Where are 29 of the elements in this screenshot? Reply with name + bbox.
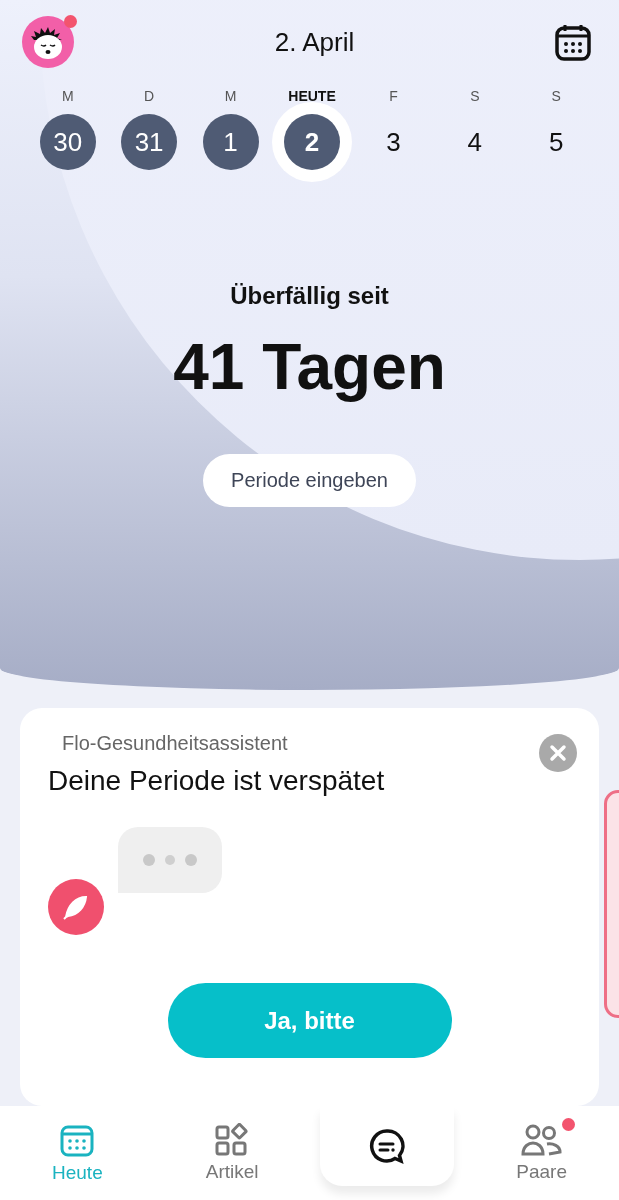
- overdue-caption: Überfällig seit: [230, 282, 389, 310]
- weekday-label: HEUTE: [288, 88, 336, 106]
- calendar-icon[interactable]: [555, 23, 591, 61]
- hedgehog-avatar-icon[interactable]: [22, 16, 74, 68]
- weekday-label: M: [224, 88, 237, 106]
- feather-logo-icon: [48, 879, 104, 935]
- people-icon: [520, 1123, 563, 1157]
- nav-tab[interactable]: Paare: [464, 1106, 619, 1200]
- weekday-label: M: [61, 88, 74, 106]
- weekday-label: S: [470, 88, 480, 106]
- nav-tab[interactable]: [319, 1106, 455, 1186]
- nav-tab[interactable]: Artikel: [154, 1106, 310, 1200]
- day-number[interactable]: 5: [528, 114, 585, 170]
- date-title: 2. April: [274, 26, 355, 58]
- day-number[interactable]: 2: [284, 114, 340, 170]
- grid-icon: [215, 1123, 250, 1157]
- weekday-label: D: [144, 88, 155, 106]
- overdue-days: 41 Tagen: [173, 330, 446, 404]
- day-number[interactable]: 4: [446, 114, 503, 170]
- chat-icon: [367, 1128, 406, 1164]
- day-number[interactable]: 30: [39, 114, 96, 170]
- card-title: Deine Periode ist verspätet: [48, 765, 386, 797]
- log-period-button[interactable]: Periode eingeben: [203, 454, 416, 507]
- typing-bubble-icon: [118, 827, 222, 893]
- weekday-label: F: [389, 88, 398, 106]
- weekday-label: S: [551, 88, 561, 106]
- day-number[interactable]: 3: [365, 114, 422, 170]
- card-source: Flo-Gesundheitsassistent: [62, 732, 288, 755]
- close-icon: [549, 744, 567, 762]
